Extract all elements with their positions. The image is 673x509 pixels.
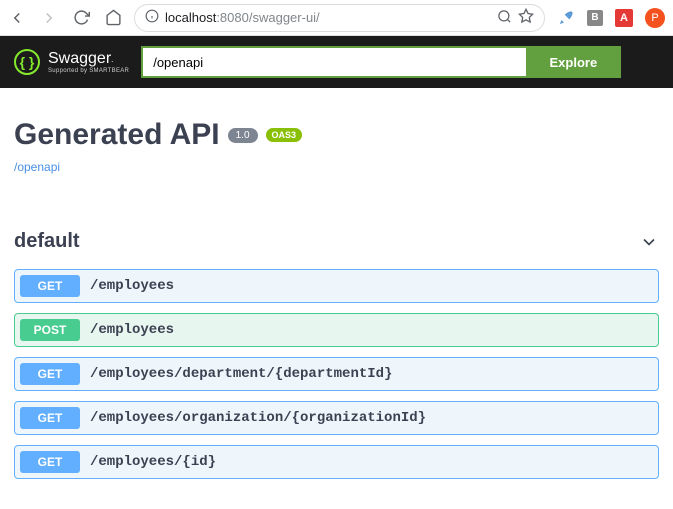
version-badge: 1.0 [228, 128, 258, 143]
back-icon[interactable] [8, 9, 26, 27]
forward-icon[interactable] [40, 9, 58, 27]
operation-path: /employees [90, 278, 174, 294]
method-badge-post: POST [20, 319, 80, 341]
operation-row[interactable]: GET/employees/organization/{organization… [14, 401, 659, 435]
api-spec-link[interactable]: /openapi [14, 160, 60, 174]
operation-path: /employees/department/{departmentId} [90, 366, 392, 382]
browser-toolbar: localhost:8080/swagger-ui/ B A P [0, 0, 673, 36]
chevron-down-icon [639, 232, 659, 252]
profile-avatar[interactable]: P [645, 8, 665, 28]
method-badge-get: GET [20, 275, 80, 297]
operation-row[interactable]: POST/employees [14, 313, 659, 347]
method-badge-get: GET [20, 363, 80, 385]
search-url-icon[interactable] [497, 9, 512, 27]
swagger-logo[interactable]: { } Swagger. Supported by SMARTBEAR [14, 49, 129, 75]
operation-path: /employees [90, 322, 174, 338]
operation-row[interactable]: GET/employees/{id} [14, 445, 659, 479]
explore-input[interactable] [141, 46, 525, 78]
api-title: Generated API [14, 118, 220, 152]
star-icon[interactable] [518, 8, 534, 27]
method-badge-get: GET [20, 451, 80, 473]
swagger-topbar: { } Swagger. Supported by SMARTBEAR Expl… [0, 36, 673, 88]
reload-icon[interactable] [72, 9, 90, 27]
explore-button[interactable]: Explore [526, 46, 622, 78]
swagger-logo-icon: { } [14, 49, 40, 75]
operation-row[interactable]: GET/employees/department/{departmentId} [14, 357, 659, 391]
extension-a-icon[interactable]: A [615, 9, 633, 27]
section-title: default [14, 230, 80, 253]
oas-badge: OAS3 [266, 128, 303, 142]
info-icon[interactable] [145, 9, 159, 26]
operation-path: /employees/organization/{organizationId} [90, 410, 426, 426]
section-header-default[interactable]: default [14, 224, 659, 259]
operation-path: /employees/{id} [90, 454, 216, 470]
address-bar[interactable]: localhost:8080/swagger-ui/ [134, 4, 545, 32]
operation-row[interactable]: GET/employees [14, 269, 659, 303]
extension-feather-icon[interactable] [557, 9, 575, 27]
extension-b-icon[interactable]: B [587, 10, 603, 26]
swagger-subtitle: Supported by SMARTBEAR [48, 68, 129, 74]
home-icon[interactable] [104, 9, 122, 27]
swagger-brand-text: Swagger [48, 50, 111, 68]
url-text: localhost:8080/swagger-ui/ [165, 10, 491, 25]
method-badge-get: GET [20, 407, 80, 429]
